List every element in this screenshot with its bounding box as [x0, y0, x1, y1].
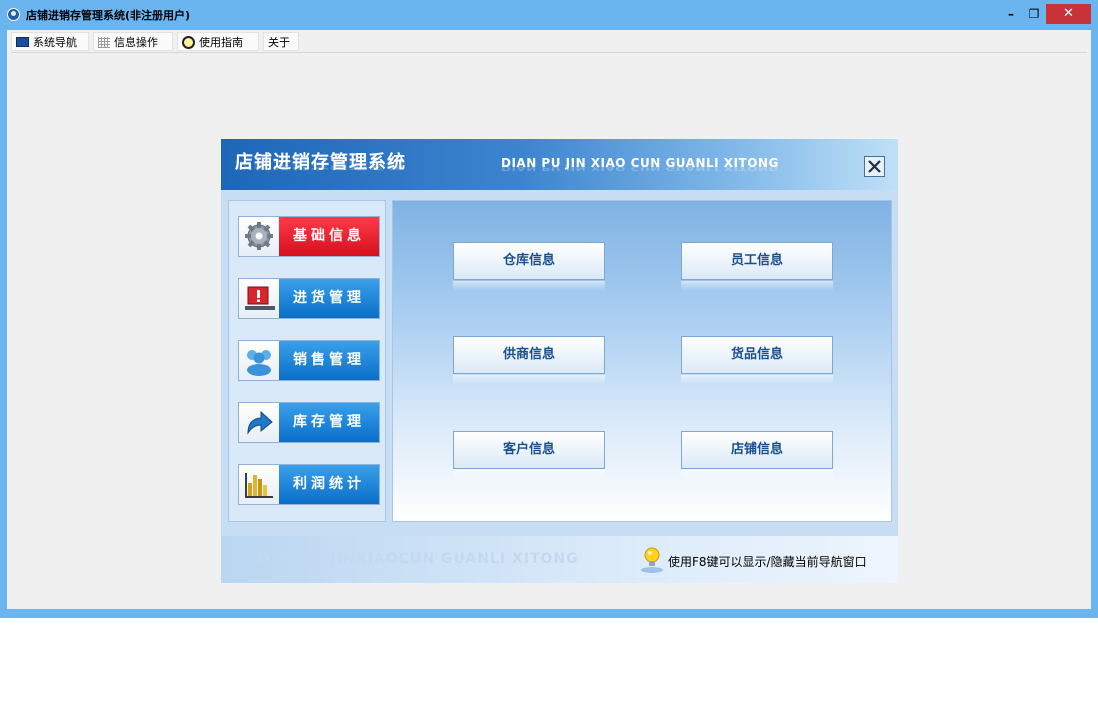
nav-label: 进货管理: [279, 279, 379, 318]
store-info-button[interactable]: 店铺信息: [681, 431, 833, 469]
monitor-icon: [16, 37, 29, 47]
menu-label: 信息操作: [114, 36, 158, 49]
nav-sales[interactable]: 销售管理: [238, 340, 380, 381]
nav-label: 销售管理: [279, 341, 379, 380]
panel-title-reflection: 店铺进销存管理系统: [235, 159, 406, 171]
customer-info-button[interactable]: 客户信息: [453, 431, 605, 469]
panel-close-button[interactable]: [864, 156, 885, 177]
nav-label: 基础信息: [279, 217, 379, 256]
window-title: 店铺进销存管理系统(非注册用户): [26, 9, 191, 22]
alert-monitor-icon: [239, 279, 279, 318]
button-reflection: [681, 470, 833, 480]
grid-icon: [98, 36, 110, 48]
menu-label: 关于: [268, 36, 290, 49]
navigation-panel: 店铺进销存管理系统 店铺进销存管理系统 DIAN PU JIN XIAO CUN…: [221, 139, 898, 583]
supplier-info-button[interactable]: 供商信息: [453, 336, 605, 374]
warehouse-info-button[interactable]: 仓库信息: [453, 242, 605, 280]
nav-basic-info[interactable]: 基础信息: [238, 216, 380, 257]
menu-label: 系统导航: [33, 36, 77, 49]
menu-item-guide[interactable]: 使用指南: [177, 32, 259, 51]
minimize-button[interactable]: –: [1000, 4, 1022, 24]
menu-label: 使用指南: [199, 36, 243, 49]
clock-icon: [182, 35, 195, 49]
employee-info-button[interactable]: 员工信息: [681, 242, 833, 280]
maximize-button[interactable]: ❐: [1023, 4, 1045, 24]
title-bar[interactable]: 店铺进销存管理系统(非注册用户) – ❐ ✕: [0, 0, 1098, 30]
panel-subtitle-reflection: DIAN PU JIN XIAO CUN GUANLI XITONG: [501, 165, 779, 172]
menu-item-about[interactable]: 关于: [263, 32, 299, 51]
footer-tip: 使用F8键可以显示/隐藏当前导航窗口: [668, 555, 867, 569]
button-reflection: [453, 470, 605, 480]
users-icon: [239, 341, 279, 380]
close-button[interactable]: ✕: [1046, 4, 1091, 24]
lightbulb-icon: [639, 546, 665, 578]
panel-header: 店铺进销存管理系统 店铺进销存管理系统 DIAN PU JIN XIAO CUN…: [221, 139, 898, 190]
button-reflection: [453, 375, 605, 385]
nav-label: 库存管理: [279, 403, 379, 442]
nav-profit[interactable]: 利润统计: [238, 464, 380, 505]
nav-label: 利润统计: [279, 465, 379, 504]
button-reflection: [681, 281, 833, 291]
arrow-icon: [239, 403, 279, 442]
nav-purchase[interactable]: 进货管理: [238, 278, 380, 319]
menu-item-info-ops[interactable]: 信息操作: [93, 32, 173, 51]
nav-list: 基础信息 进货管理 销售管理 库存管理 利润统计: [228, 200, 386, 522]
bar-chart-icon: [239, 465, 279, 504]
nav-inventory[interactable]: 库存管理: [238, 402, 380, 443]
menu-item-system-nav[interactable]: 系统导航: [11, 32, 89, 51]
footer-watermark: DIANPU JINXIAOCUN GUANLI XITONG: [258, 551, 579, 567]
panel-footer: DIANPU JINXIAOCUN GUANLI XITONG 使用F8键可以显…: [221, 536, 898, 583]
button-reflection: [453, 281, 605, 291]
goods-info-button[interactable]: 货品信息: [681, 336, 833, 374]
app-icon: [7, 8, 20, 21]
gear-icon: [239, 217, 279, 256]
content-area: 仓库信息 员工信息 供商信息 货品信息 客户信息 店铺信息: [392, 200, 892, 522]
menu-bar: 系统导航 信息操作 使用指南 关于: [7, 30, 1091, 53]
button-reflection: [681, 375, 833, 385]
close-icon: [868, 160, 881, 173]
